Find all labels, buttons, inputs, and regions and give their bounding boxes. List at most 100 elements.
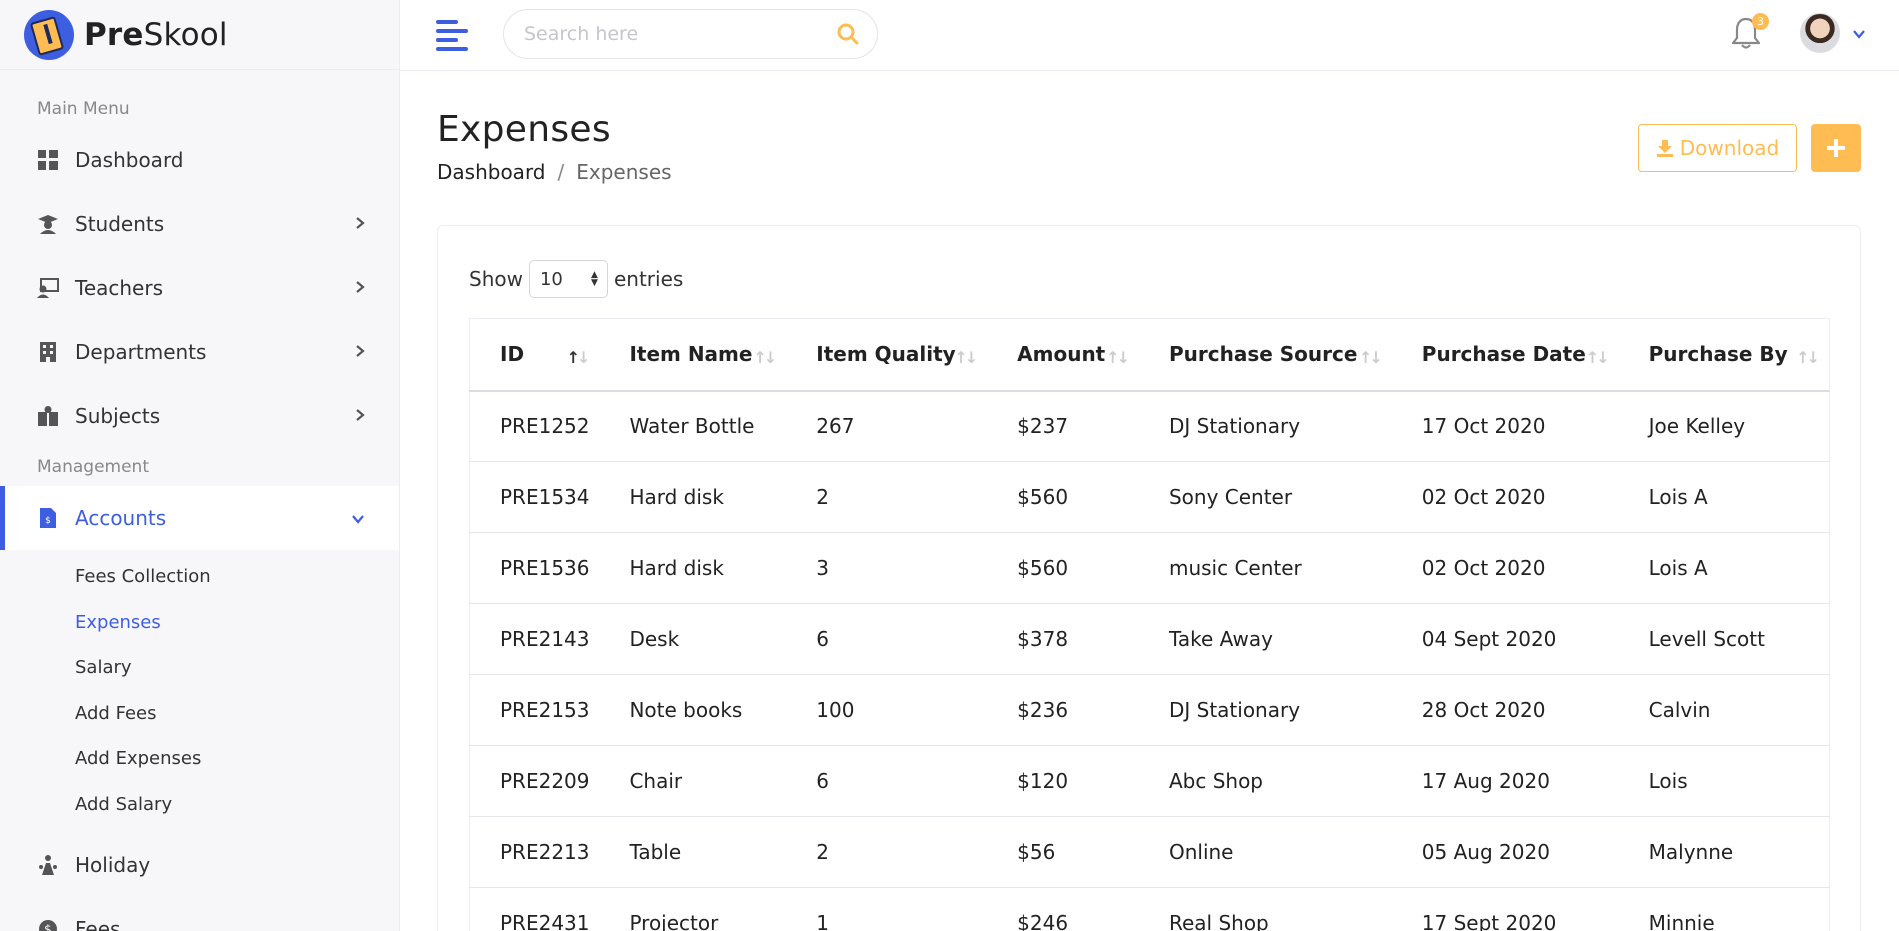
logo[interactable]: PreSkool (0, 0, 399, 70)
sidebar-item-label: Fees (75, 917, 121, 931)
sidebar-item-label: Teachers (75, 276, 163, 300)
cell-purchase-by: Calvin (1618, 674, 1830, 746)
sidebar-toggle-icon[interactable] (436, 20, 468, 51)
cell-item-name: Projector (599, 887, 787, 931)
submenu-item-expenses[interactable]: Expenses (0, 600, 399, 646)
sidebar-item-label: Subjects (75, 404, 161, 428)
sidebar-item-fees[interactable]: $ Fees (0, 897, 399, 931)
sidebar-item-teachers[interactable]: Teachers (0, 256, 399, 320)
search-input[interactable] (504, 10, 804, 58)
show-label: Show (469, 267, 523, 291)
cell-purchase-date: 02 Oct 2020 (1391, 532, 1619, 604)
logo-icon (24, 9, 74, 60)
cell-amount: $120 (987, 745, 1139, 817)
cell-purchase-date: 17 Oct 2020 (1391, 390, 1619, 462)
expenses-table: ID ↑↓ Item Name ↑↓ Item Quality ↑↓ Amount ↑↓… (469, 318, 1830, 931)
cell-id: PRE2213 (469, 816, 600, 888)
cell-item-name: Water Bottle (599, 390, 787, 462)
cell-purchase-date: 05 Aug 2020 (1391, 816, 1619, 888)
cell-item-name: Hard disk (599, 461, 787, 533)
column-header-purchase-date[interactable]: Purchase Date ↑↓ (1391, 318, 1619, 392)
chevron-right-icon (355, 215, 365, 234)
sidebar-item-accounts[interactable]: $ Accounts (0, 486, 399, 550)
cell-purchase-by: Malynne (1618, 816, 1830, 888)
add-expense-button[interactable] (1811, 124, 1861, 172)
cell-item-quality: 100 (786, 674, 988, 746)
sort-icon: ↑↓ (954, 348, 978, 367)
cell-purchase-source: Real Shop (1138, 887, 1392, 931)
teacher-icon (37, 277, 59, 299)
search-icon[interactable] (837, 23, 859, 45)
column-header-purchase-by[interactable]: Purchase By ↑↓ (1618, 318, 1830, 392)
cell-amount: $56 (987, 816, 1139, 888)
cell-amount: $560 (987, 532, 1139, 604)
student-icon (37, 213, 59, 235)
cell-purchase-source: Abc Shop (1138, 745, 1392, 817)
cell-purchase-date: 02 Oct 2020 (1391, 461, 1619, 533)
chevron-right-icon (355, 407, 365, 426)
cell-purchase-source: DJ Stationary (1138, 390, 1392, 462)
plus-icon (1827, 139, 1845, 157)
sidebar-item-subjects[interactable]: Subjects (0, 384, 399, 448)
dashboard-icon (37, 149, 59, 171)
table-row[interactable]: PRE2209 Chair 6 $120 Abc Shop 17 Aug 2020 Lois (469, 745, 1830, 817)
notification-count-badge: 3 (1752, 13, 1769, 30)
submenu-item-fees-collection[interactable]: Fees Collection (0, 554, 399, 600)
breadcrumb-current: Expenses (576, 160, 672, 184)
cell-item-quality: 267 (786, 390, 988, 462)
sidebar-item-departments[interactable]: Departments (0, 320, 399, 384)
book-icon (37, 405, 59, 427)
sidebar-item-students[interactable]: Students (0, 192, 399, 256)
column-header-id[interactable]: ID ↑↓ (469, 318, 600, 392)
cell-purchase-by: Minnie (1618, 887, 1830, 931)
brand-name: PreSkool (84, 16, 228, 53)
table-row[interactable]: PRE2153 Note books 100 $236 DJ Stationary 28 … (469, 674, 1830, 746)
cell-item-quality: 6 (786, 603, 988, 675)
expenses-card: Show 10 ▲ ▼ entries ID ↑↓ Item Name ↑↓ Item… (437, 225, 1861, 931)
cell-purchase-source: DJ Stationary (1138, 674, 1392, 746)
table-row[interactable]: PRE2431 Projector 1 $246 Real Shop 17 Sept 20… (469, 887, 1830, 931)
cell-amount: $246 (987, 887, 1139, 931)
sidebar: PreSkool Main Menu Dashboard Students Te… (0, 0, 400, 931)
breadcrumb-dashboard-link[interactable]: Dashboard (437, 160, 546, 184)
cell-purchase-date: 28 Oct 2020 (1391, 674, 1619, 746)
accounts-submenu: Fees Collection Expenses Salary Add Fees… (0, 550, 399, 833)
main-content: Expenses Dashboard / Expenses Download S… (437, 71, 1861, 931)
cell-item-quality: 3 (786, 532, 988, 604)
column-header-amount[interactable]: Amount ↑↓ (987, 318, 1139, 392)
submenu-item-add-fees[interactable]: Add Fees (0, 691, 399, 737)
table-row[interactable]: PRE1534 Hard disk 2 $560 Sony Center 02 Oct 2… (469, 461, 1830, 533)
column-header-purchase-source[interactable]: Purchase Source ↑↓ (1138, 318, 1392, 392)
submenu-item-salary[interactable]: Salary (0, 645, 399, 691)
table-row[interactable]: PRE2213 Table 2 $56 Online 05 Aug 2020 Malynne (469, 816, 1830, 888)
cell-purchase-date: 04 Sept 2020 (1391, 603, 1619, 675)
page-length-select[interactable]: 10 (528, 260, 608, 298)
cell-item-name: Desk (599, 603, 787, 675)
submenu-item-add-salary[interactable]: Add Salary (0, 782, 399, 828)
sort-icon: ↑↓ (1796, 348, 1820, 367)
chevron-down-icon[interactable] (1852, 24, 1866, 39)
submenu-item-add-expenses[interactable]: Add Expenses (0, 736, 399, 782)
sort-icon: ↑↓ (1358, 348, 1383, 367)
page-length-control: Show 10 ▲ ▼ entries (469, 260, 683, 298)
menu-section-main: Main Menu (37, 99, 130, 119)
table-row[interactable]: PRE1536 Hard disk 3 $560 music Center 02 Oct … (469, 532, 1830, 604)
column-header-item-name[interactable]: Item Name ↑↓ (599, 318, 787, 392)
notification-bell-icon[interactable]: 3 (1731, 13, 1769, 52)
sidebar-item-label: Departments (75, 340, 207, 364)
column-header-item-quality[interactable]: Item Quality ↑↓ (786, 318, 988, 392)
cell-amount: $560 (987, 461, 1139, 533)
cell-amount: $236 (987, 674, 1139, 746)
table-row[interactable]: PRE1252 Water Bottle 267 $237 DJ Stationary 1… (469, 390, 1830, 462)
user-avatar[interactable] (1800, 13, 1840, 53)
cell-id: PRE2143 (469, 603, 600, 675)
sidebar-item-dashboard[interactable]: Dashboard (0, 128, 399, 192)
download-button[interactable]: Download (1638, 124, 1797, 172)
table-row[interactable]: PRE2143 Desk 6 $378 Take Away 04 Sept 2020 Lev… (469, 603, 1830, 675)
sidebar-item-holiday[interactable]: Holiday (0, 833, 399, 897)
cell-id: PRE1252 (469, 390, 600, 462)
holiday-icon (37, 854, 59, 876)
sort-icon: ↑↓ (1585, 348, 1610, 367)
sidebar-item-label: Students (75, 212, 165, 236)
cell-purchase-by: Joe Kelley (1618, 390, 1830, 462)
